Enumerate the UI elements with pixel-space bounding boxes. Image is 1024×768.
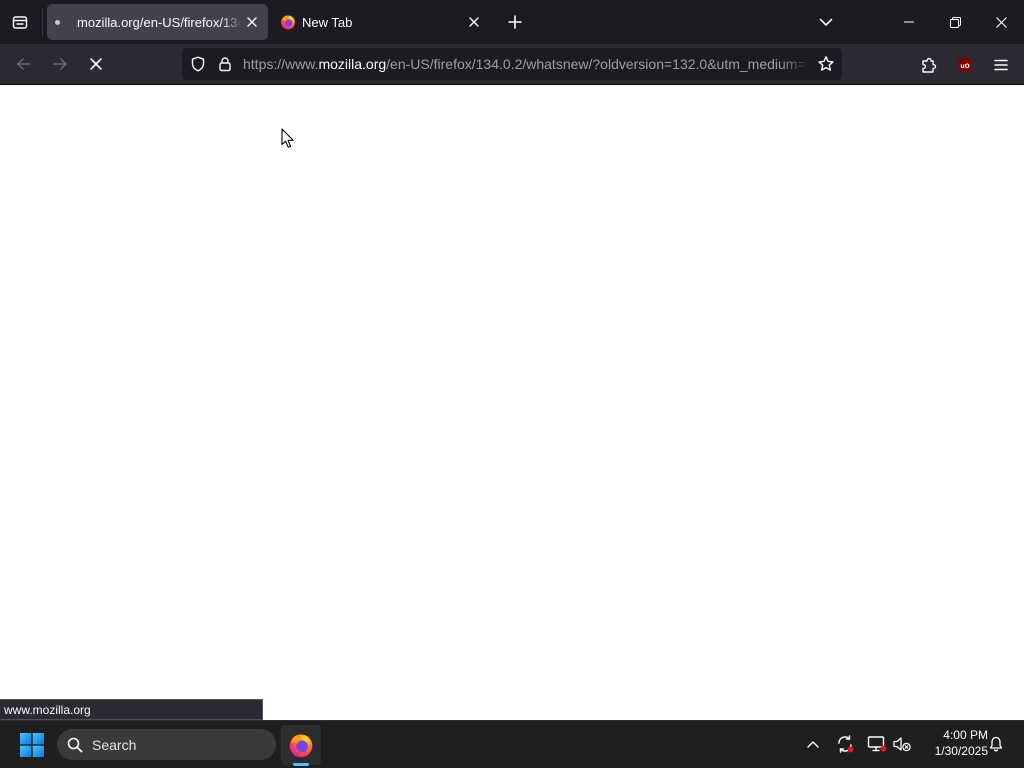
tab-loading-indicator <box>55 19 60 25</box>
status-link-preview: www.mozilla.org <box>0 699 263 720</box>
url-path: /en-US/firefox/134.0.2/whatsnew/?oldvers… <box>386 56 806 72</box>
windows-start-icon[interactable] <box>14 729 50 761</box>
taskbar-search-box[interactable]: Search <box>57 729 276 760</box>
volume-muted-icon[interactable] <box>891 733 913 755</box>
search-icon <box>67 737 83 753</box>
tab-strip: mozilla.org/en-US/firefox/134.0.2/whatsn… <box>0 0 1024 44</box>
system-clock[interactable]: 4:00 PM 1/30/2025 <box>918 727 988 759</box>
url-host: mozilla.org <box>318 56 387 72</box>
restore-icon[interactable] <box>932 0 978 44</box>
clock-time: 4:00 PM <box>943 728 988 742</box>
back-arrow-icon[interactable] <box>10 50 38 78</box>
close-window-icon[interactable] <box>978 0 1024 44</box>
url-text[interactable]: https://www.mozilla.org/en-US/firefox/13… <box>243 56 809 72</box>
search-placeholder: Search <box>92 736 137 753</box>
page-content[interactable] <box>0 85 1024 720</box>
ublock-origin-icon[interactable]: uO <box>952 52 978 78</box>
chevron-down-icon[interactable] <box>814 10 838 34</box>
plus-icon[interactable] <box>503 10 527 34</box>
tab-strip-divider <box>42 8 43 36</box>
puzzle-icon[interactable] <box>916 52 942 78</box>
shield-icon[interactable] <box>188 54 208 74</box>
minimize-icon[interactable] <box>886 0 932 44</box>
close-tab-icon[interactable] <box>242 12 262 32</box>
sync-alert-icon[interactable] <box>834 733 856 755</box>
url-scheme: https://www. <box>243 56 319 72</box>
stop-icon[interactable] <box>82 50 110 78</box>
chevron-up-icon[interactable] <box>802 733 824 755</box>
hamburger-menu-icon[interactable] <box>988 52 1014 78</box>
clock-date: 1/30/2025 <box>934 744 988 758</box>
firefox-view-icon[interactable] <box>8 10 32 34</box>
forward-arrow-icon[interactable] <box>46 50 74 78</box>
running-app-indicator <box>293 763 309 766</box>
mouse-cursor-icon <box>281 128 295 154</box>
firefox-icon <box>280 14 296 30</box>
tab-title: mozilla.org/en-US/firefox/134.0.2/whatsn… <box>77 14 242 30</box>
lock-icon[interactable] <box>215 54 235 74</box>
svg-text:uO: uO <box>960 63 969 70</box>
navigation-toolbar: https://www.mozilla.org/en-US/firefox/13… <box>0 44 1024 85</box>
windows-taskbar: Search 4:00 PM 1/30/2025 <box>0 720 1024 768</box>
url-bar[interactable]: https://www.mozilla.org/en-US/firefox/13… <box>182 48 842 80</box>
tab-new-tab[interactable]: New Tab <box>272 4 490 40</box>
close-tab-icon[interactable] <box>464 12 484 32</box>
notification-bell-icon[interactable] <box>986 734 1006 754</box>
tab-mozilla-whatsnew[interactable]: mozilla.org/en-US/firefox/134.0.2/whatsn… <box>47 4 268 40</box>
display-icon[interactable] <box>866 733 888 755</box>
tab-title: New Tab <box>302 14 353 30</box>
star-icon[interactable] <box>816 54 836 74</box>
firefox-icon[interactable] <box>281 725 321 765</box>
